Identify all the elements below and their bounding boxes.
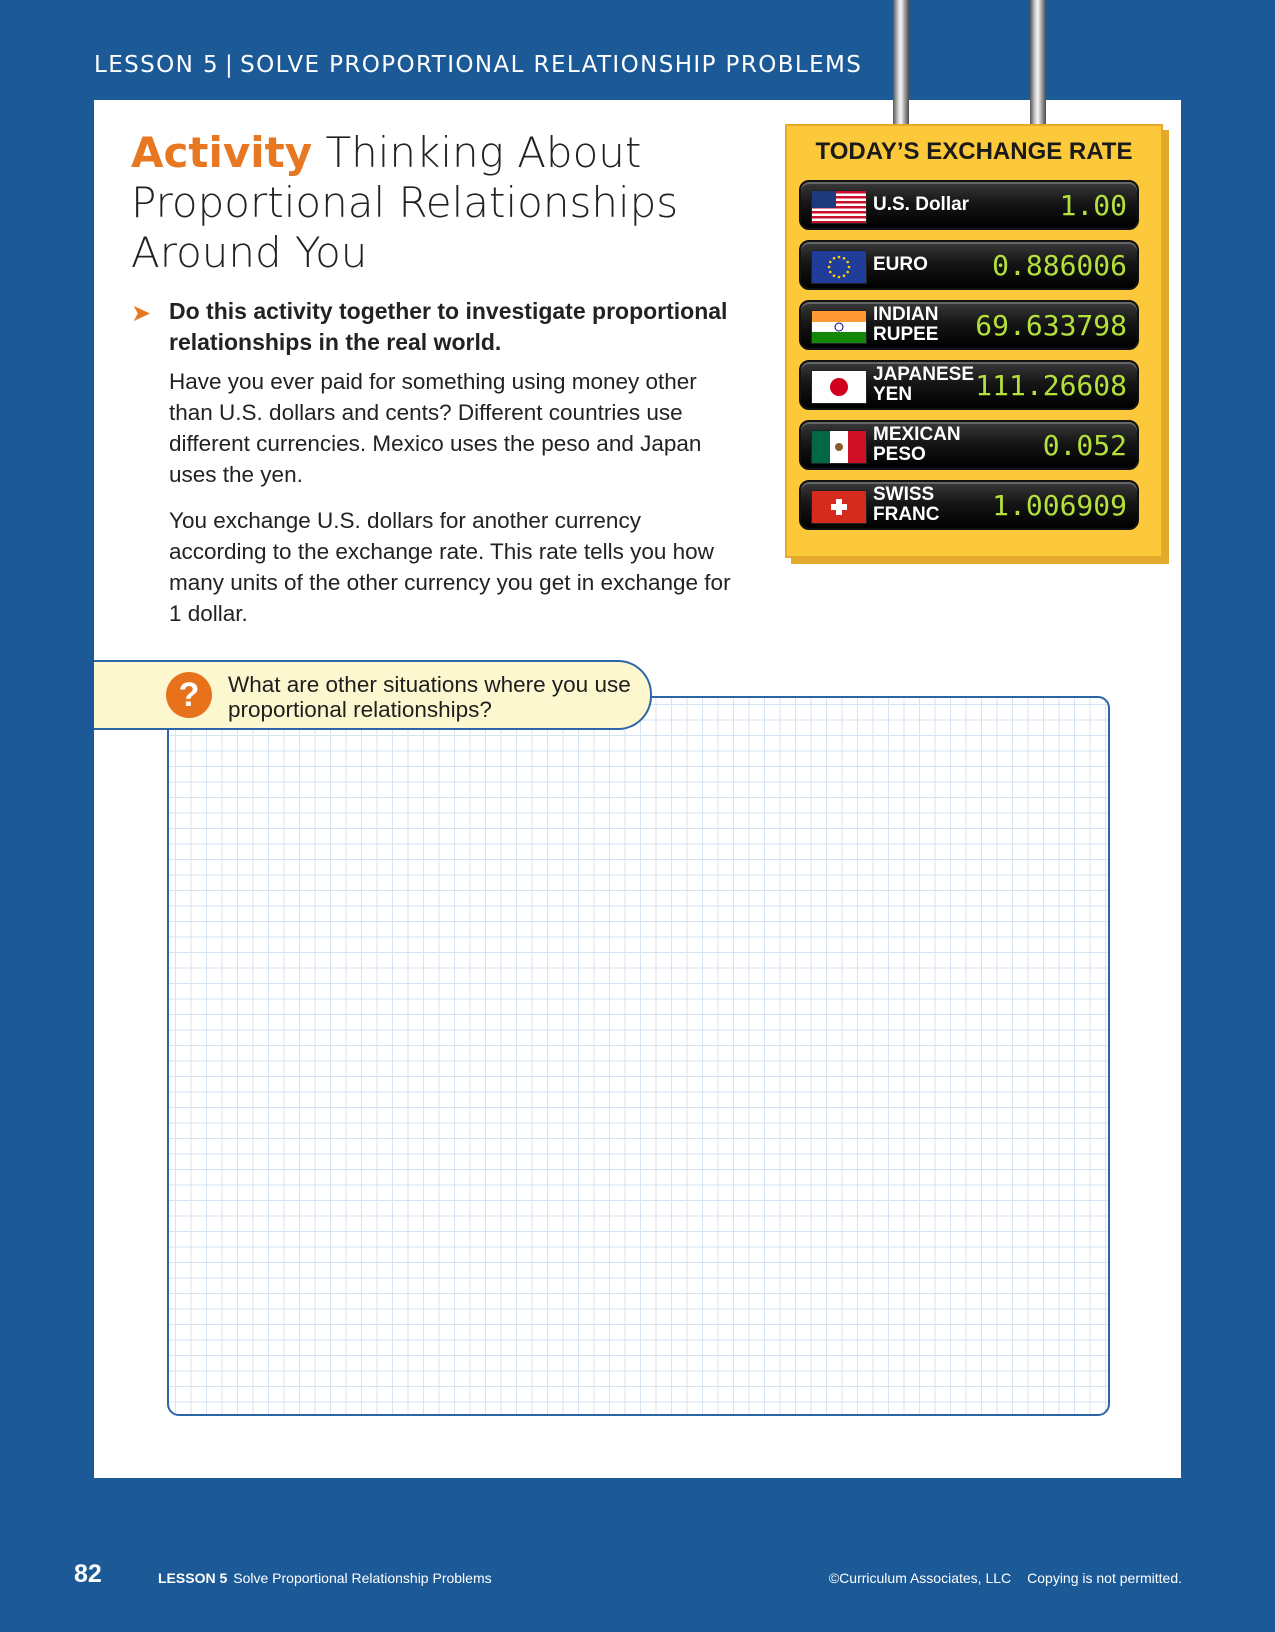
eu-flag-icon bbox=[811, 250, 867, 284]
rate-row-inr: INDIAN RUPEE 69.633798 bbox=[799, 300, 1139, 350]
exchange-paragraph: You exchange U.S. dollars for another cu… bbox=[169, 508, 731, 626]
rate-row-chf: SWISS FRANC 1.006909 bbox=[799, 480, 1139, 530]
board-title: TODAY’S EXCHANGE RATE bbox=[815, 138, 1133, 165]
rate-row-mxn: MEXICAN PESO 0.052 bbox=[799, 420, 1139, 470]
rate-value: 69.633798 bbox=[975, 309, 1127, 342]
header-divider: | bbox=[225, 52, 235, 78]
footer-copyright: ©Curriculum Associates, LLC Copying is no… bbox=[829, 1570, 1182, 1586]
rate-row-usd: U.S. Dollar 1.00 bbox=[799, 180, 1139, 230]
question-banner: ? What are other situations where you us… bbox=[94, 660, 652, 730]
page-number: 82 bbox=[74, 1560, 102, 1588]
footer-lesson-title: Solve Proportional Relationship Problems bbox=[233, 1570, 492, 1586]
copyright-text: ©Curriculum Associates, LLC bbox=[828, 1570, 1012, 1586]
rate-value: 0.886006 bbox=[992, 249, 1127, 282]
copy-notice: Copying is not permitted. bbox=[1027, 1570, 1182, 1586]
rate-value: 0.052 bbox=[1042, 429, 1127, 462]
rate-row-eur: EURO 0.886006 bbox=[799, 240, 1139, 290]
rate-name: EURO bbox=[873, 254, 928, 275]
instruction-text: Do this activity together to investigate… bbox=[169, 298, 728, 355]
us-flag-icon bbox=[811, 190, 867, 224]
question-icon: ? bbox=[166, 672, 212, 718]
swiss-flag-icon bbox=[811, 490, 867, 524]
activity-title: Activity Thinking About Proportional Rel… bbox=[131, 128, 731, 278]
question-text: What are other situations where you use … bbox=[228, 672, 631, 722]
rate-name: SWISS FRANC bbox=[873, 484, 940, 525]
india-flag-icon bbox=[811, 310, 867, 344]
lesson-number: LESSON 5 bbox=[94, 52, 219, 78]
japan-flag-icon bbox=[811, 370, 867, 404]
footer-lesson-label: LESSON 5 bbox=[158, 1570, 228, 1586]
board-pole-right bbox=[1030, 0, 1046, 128]
arrow-icon: ➤ bbox=[131, 300, 152, 327]
footer-lesson: LESSON 5 Solve Proportional Relationship … bbox=[158, 1570, 492, 1586]
rate-name: U.S. Dollar bbox=[873, 194, 970, 215]
rate-value: 1.00 bbox=[1059, 189, 1127, 222]
rate-value: 1.006909 bbox=[992, 489, 1127, 522]
rate-value: 111.26608 bbox=[975, 369, 1127, 402]
rate-name: MEXICAN PESO bbox=[873, 424, 961, 465]
board-pole-left bbox=[893, 0, 909, 128]
grid-answer-area[interactable] bbox=[167, 696, 1110, 1416]
activity-label: Activity bbox=[131, 128, 313, 177]
activity-instruction: ➤ Do this activity together to investiga… bbox=[131, 296, 751, 358]
intro-paragraph: Have you ever paid for something using m… bbox=[169, 369, 702, 487]
exchange-rate-board: TODAY’S EXCHANGE RATE U.S. Dollar 1.00 E… bbox=[785, 124, 1163, 558]
rate-row-jpy: JAPANESE YEN 111.26608 bbox=[799, 360, 1139, 410]
lesson-title: SOLVE PROPORTIONAL RELATIONSHIP PROBLEMS bbox=[240, 52, 863, 78]
mexico-flag-icon bbox=[811, 430, 867, 464]
lesson-header: LESSON 5 | SOLVE PROPORTIONAL RELATIONSHIP… bbox=[94, 52, 862, 78]
